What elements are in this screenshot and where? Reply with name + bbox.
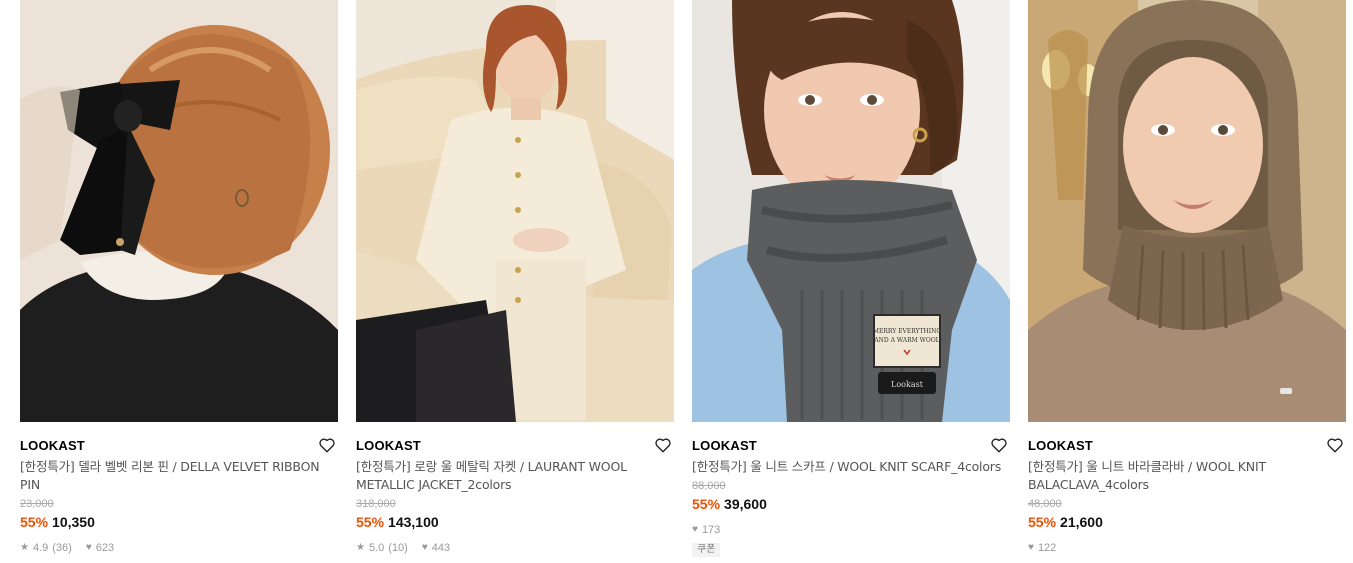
product-card[interactable]: LOOKAST [한정특가] 로랑 울 메탈릭 자켓 / LAURANT WOO… xyxy=(356,0,674,563)
brand-name[interactable]: LOOKAST xyxy=(692,438,757,453)
discount-rate: 55% xyxy=(356,514,385,530)
discount-rate: 55% xyxy=(692,496,721,512)
rating-value: 5.0 xyxy=(368,542,385,554)
product-image[interactable]: MERRY EVERYTHING AND A WARM WOOL Lookast xyxy=(692,0,1010,422)
coupon-badge: 쿠폰 xyxy=(692,543,721,557)
heart-outline-icon[interactable] xyxy=(1326,436,1344,454)
heart-outline-icon[interactable] xyxy=(654,436,672,454)
product-card[interactable]: LOOKAST [한정특가] 울 니트 바라클라바 / WOOL KNIT BA… xyxy=(1028,0,1346,563)
product-image[interactable] xyxy=(20,0,338,422)
price-row: 55% 39,600 xyxy=(692,495,1010,513)
scarf-tag-line1: MERRY EVERYTHING xyxy=(873,328,941,335)
rating-value: 4.9 xyxy=(32,542,49,554)
product-image[interactable] xyxy=(356,0,674,422)
product-photo: MERRY EVERYTHING AND A WARM WOOL Lookast xyxy=(692,0,1010,422)
brand-name[interactable]: LOOKAST xyxy=(20,438,85,453)
discount-rate: 55% xyxy=(1028,514,1057,530)
product-stats: ★ 4.9 (36) ♥ 623 xyxy=(20,541,338,555)
original-price: 318,000 xyxy=(356,498,396,510)
price-row: 55% 21,600 xyxy=(1028,513,1346,531)
star-icon: ★ xyxy=(20,542,29,553)
product-name[interactable]: [한정특가] 울 니트 스카프 / WOOL KNIT SCARF_4color… xyxy=(692,458,1004,476)
product-stats: ♥ 122 xyxy=(1028,541,1346,555)
heart-filled-icon: ♥ xyxy=(85,542,92,553)
product-stats: ★ 5.0 (10) ♥ 443 xyxy=(356,541,674,555)
price-row: 55% 10,350 xyxy=(20,513,338,531)
scarf-tag-line2: AND A WARM WOOL xyxy=(873,337,939,344)
product-image[interactable] xyxy=(1028,0,1346,422)
review-count: (10) xyxy=(388,542,408,554)
heart-filled-icon: ♥ xyxy=(692,524,698,535)
original-price: 48,000 xyxy=(1028,498,1062,510)
original-price: 88,000 xyxy=(692,480,726,492)
product-photo xyxy=(356,0,674,422)
heart-outline-icon[interactable] xyxy=(318,436,336,454)
heart-filled-icon: ♥ xyxy=(421,542,428,553)
like-count: 122 xyxy=(1037,542,1057,554)
product-card[interactable]: MERRY EVERYTHING AND A WARM WOOL Lookast… xyxy=(692,0,1010,563)
product-name[interactable]: [한정특가] 로랑 울 메탈릭 자켓 / LAURANT WOOL METALL… xyxy=(356,458,668,494)
review-count: (36) xyxy=(52,542,72,554)
brand-name[interactable]: LOOKAST xyxy=(356,438,421,453)
product-name[interactable]: [한정특가] 델라 벨벳 리본 핀 / DELLA VELVET RIBBON … xyxy=(20,458,332,494)
sale-price: 39,600 xyxy=(724,496,767,512)
discount-rate: 55% xyxy=(20,514,49,530)
price-row: 55% 143,100 xyxy=(356,513,674,531)
like-count: 623 xyxy=(95,542,115,554)
product-card[interactable]: LOOKAST [한정특가] 델라 벨벳 리본 핀 / DELLA VELVET… xyxy=(20,0,338,563)
product-grid: LOOKAST [한정특가] 델라 벨벳 리본 핀 / DELLA VELVET… xyxy=(20,0,1346,563)
like-count: 443 xyxy=(431,542,451,554)
original-price: 23,000 xyxy=(20,498,54,510)
scarf-tag-logo: Lookast xyxy=(891,380,924,389)
sale-price: 10,350 xyxy=(52,514,95,530)
brand-name[interactable]: LOOKAST xyxy=(1028,438,1093,453)
heart-filled-icon: ♥ xyxy=(1028,542,1034,553)
product-name[interactable]: [한정특가] 울 니트 바라클라바 / WOOL KNIT BALACLAVA_… xyxy=(1028,458,1340,494)
sale-price: 21,600 xyxy=(1060,514,1103,530)
like-count: 173 xyxy=(701,524,721,536)
product-stats: ♥ 173 xyxy=(692,523,1010,537)
star-icon: ★ xyxy=(356,542,365,553)
heart-outline-icon[interactable] xyxy=(990,436,1008,454)
product-photo xyxy=(20,0,338,422)
product-photo xyxy=(1028,0,1346,422)
sale-price: 143,100 xyxy=(388,514,439,530)
